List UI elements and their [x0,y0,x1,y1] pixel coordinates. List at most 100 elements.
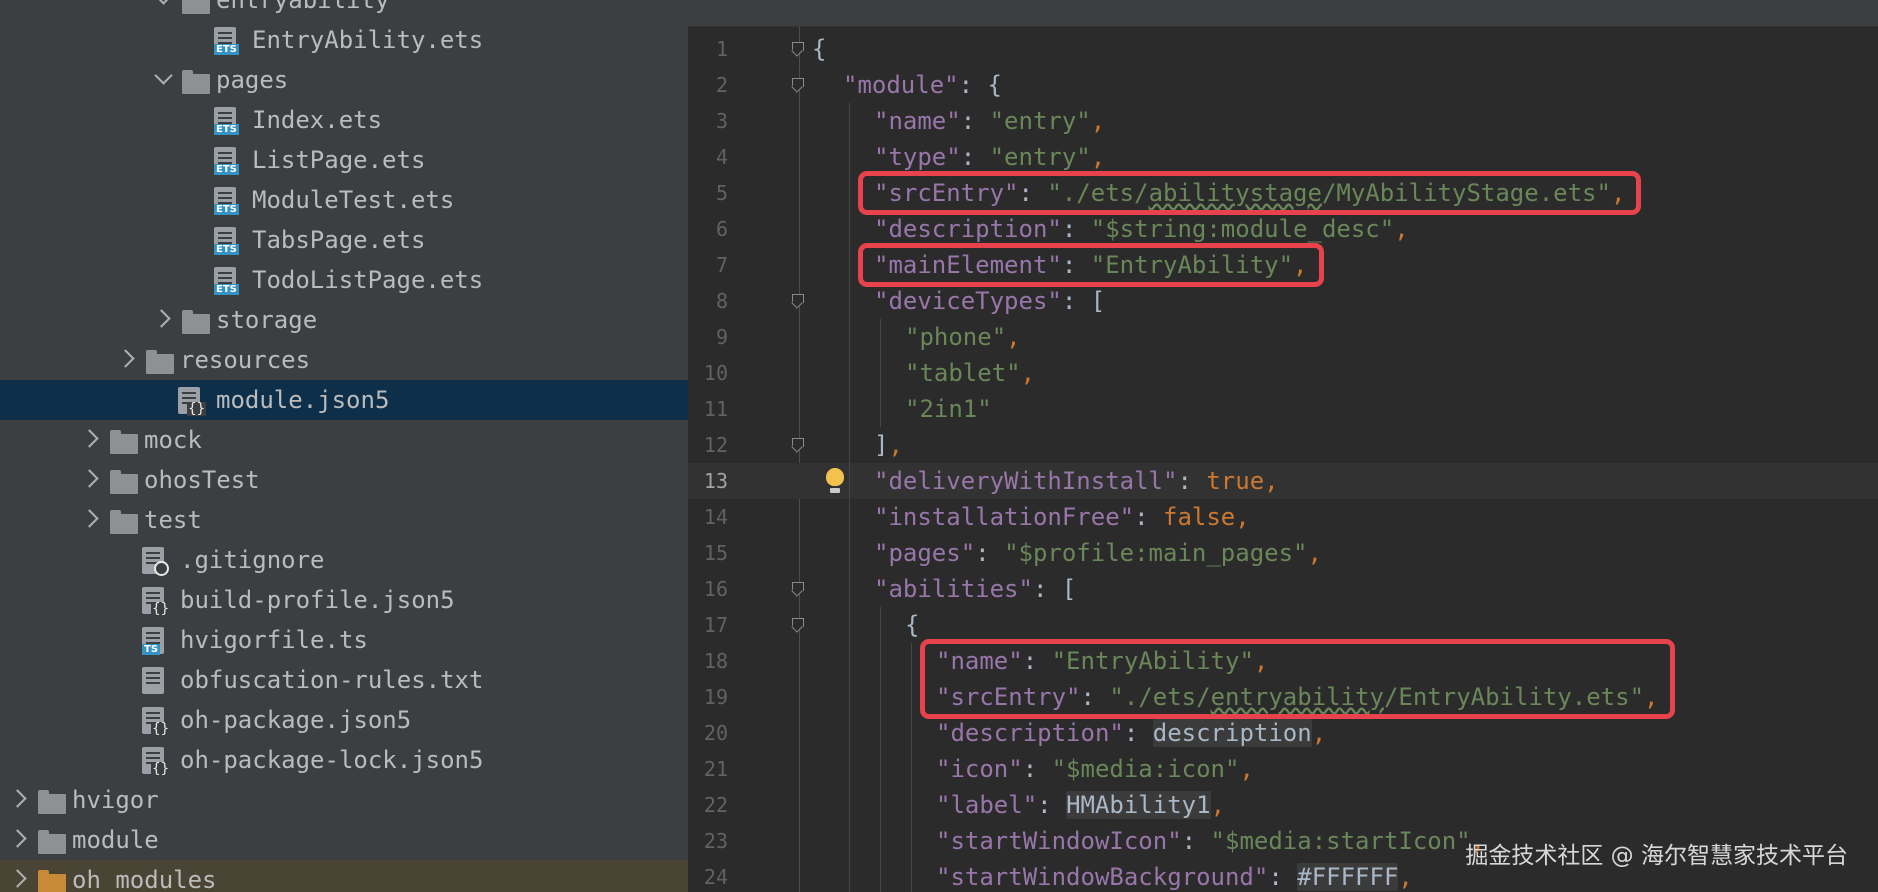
chevron-down-icon[interactable] [152,0,174,20]
tree-file-row[interactable]: .gitignore [0,540,688,580]
tree-folder-row[interactable]: entryability [0,0,688,20]
tree-folder-row[interactable]: pages [0,60,688,100]
indent-guide [911,787,912,823]
tree-file-row[interactable]: ETS EntryAbility.ets [0,20,688,60]
chevron-down-icon[interactable] [152,60,174,100]
folder-icon [38,790,66,817]
code-line[interactable]: 10 "tablet", [688,355,1878,391]
tree-folder-row[interactable]: test [0,500,688,540]
chevron-right-icon[interactable] [116,340,138,380]
tree-folder-row[interactable]: module [0,820,688,860]
indent-guide [880,391,881,427]
file-type-tag: ETS [214,44,239,55]
tree-folder-row[interactable]: resources [0,340,688,380]
fold-toggle-icon[interactable] [792,78,804,92]
line-number: 17 [703,613,728,637]
tree-file-row[interactable]: {} oh-package.json5 [0,700,688,740]
tree-file-row[interactable]: obfuscation-rules.txt [0,660,688,700]
project-tree-panel[interactable]: entryability ETS EntryAbility.ets pages ETS I… [0,0,688,892]
code-line[interactable]: 16 "abilities": [ [688,571,1878,607]
tree-file-row[interactable]: {} module.json5 [0,380,688,420]
code-line[interactable]: 17 { [688,607,1878,643]
chevron-right-icon[interactable] [8,860,30,892]
tree-file-row[interactable]: ETS Index.ets [0,100,688,140]
tree-folder-row[interactable]: mock [0,420,688,460]
indent-guide [880,355,881,391]
indent-guide [849,247,850,283]
chevron-right-icon[interactable] [80,500,102,540]
code-line[interactable]: 9 "phone", [688,319,1878,355]
tree-folder-row[interactable]: hvigor [0,780,688,820]
fold-toggle-icon[interactable] [792,438,804,452]
code-line[interactable]: 2 "module": { [688,67,1878,103]
json5-file-icon: {} [142,747,170,776]
code-line[interactable]: 15 "pages": "$profile:main_pages", [688,535,1878,571]
intention-bulb-icon[interactable] [826,468,844,493]
chevron-right-icon[interactable] [8,780,30,820]
folder-icon [110,470,138,497]
code-line[interactable]: 6 "description": "$string:module_desc", [688,211,1878,247]
fold-toggle-icon[interactable] [792,294,804,308]
code-token: "entry" [989,143,1091,171]
tree-file-row[interactable]: ETS TodoListPage.ets [0,260,688,300]
chevron-right-icon[interactable] [80,460,102,500]
code-line[interactable]: 1{ [688,31,1878,67]
code-line[interactable]: 11 "2in1" [688,391,1878,427]
tree-folder-row[interactable]: storage [0,300,688,340]
code-token: "label" [936,791,1038,819]
code-token: "phone" [905,323,1007,351]
indent-guide [849,355,850,391]
code-line[interactable]: 21 "icon": "$media:icon", [688,751,1878,787]
indent-guide [911,751,912,787]
code-line[interactable]: 20 "description": description, [688,715,1878,751]
tree-item-label: test [144,506,202,534]
tree-item-label: EntryAbility.ets [252,26,484,54]
line-number: 22 [703,793,728,817]
code-token: ] [874,431,889,459]
tree-file-row[interactable]: TS hvigorfile.ts [0,620,688,660]
indent-guide [849,319,850,355]
fold-toggle-icon[interactable] [792,42,804,56]
code-text: "name": "entry", [874,103,1105,139]
code-line[interactable]: 3 "name": "entry", [688,103,1878,139]
tree-file-row[interactable]: ETS ModuleTest.ets [0,180,688,220]
chevron-right-icon[interactable] [8,820,30,860]
line-number: 2 [715,73,728,97]
code-line[interactable]: 4 "type": "entry", [688,139,1878,175]
code-token: "module" [843,71,959,99]
code-line[interactable]: 12], [688,427,1878,463]
tree-item-label: ohosTest [144,466,260,494]
tree-folder-row[interactable]: oh_modules [0,860,688,892]
chevron-right-icon[interactable] [152,300,174,340]
code-line[interactable]: 13 "deliveryWithInstall": true, [688,463,1878,499]
line-number: 3 [715,109,728,133]
indent-guide [880,751,881,787]
code-line[interactable]: 22 "label": HMAbility1, [688,787,1878,823]
fold-toggle-icon[interactable] [792,582,804,596]
code-token: : [960,107,990,135]
tree-file-row[interactable]: {} oh-package-lock.json5 [0,740,688,780]
chevron-right-icon[interactable] [80,420,102,460]
code-token: : [960,143,990,171]
code-line[interactable]: 8 "deviceTypes": [ [688,283,1878,319]
code-editor[interactable]: 1{ 2 "module": { 3 "name": "entry", 4 "type": … [688,0,1878,892]
code-token: : { [958,71,1002,99]
code-lines[interactable]: 1{ 2 "module": { 3 "name": "entry", 4 "type": … [688,31,1878,892]
code-text: "label": HMAbility1, [936,787,1225,823]
tree-file-row[interactable]: {} build-profile.json5 [0,580,688,620]
code-token: , [1235,503,1250,531]
indent-guide [849,499,850,535]
json-brace-glyph: {} [151,721,170,737]
line-number: 9 [715,325,728,349]
tree-file-row[interactable]: ETS TabsPage.ets [0,220,688,260]
ets-file-icon: ETS [214,227,239,255]
code-token: , [1307,539,1322,567]
tree-folder-row[interactable]: ohosTest [0,460,688,500]
tree-file-row[interactable]: ETS ListPage.ets [0,140,688,180]
code-line[interactable]: 14 "installationFree": false, [688,499,1878,535]
tree-item-label: oh-package-lock.json5 [180,746,484,774]
code-text: "phone", [905,319,1021,355]
indent-guide [849,283,850,319]
fold-toggle-icon[interactable] [792,618,804,632]
ets-file-icon: ETS [214,107,239,135]
